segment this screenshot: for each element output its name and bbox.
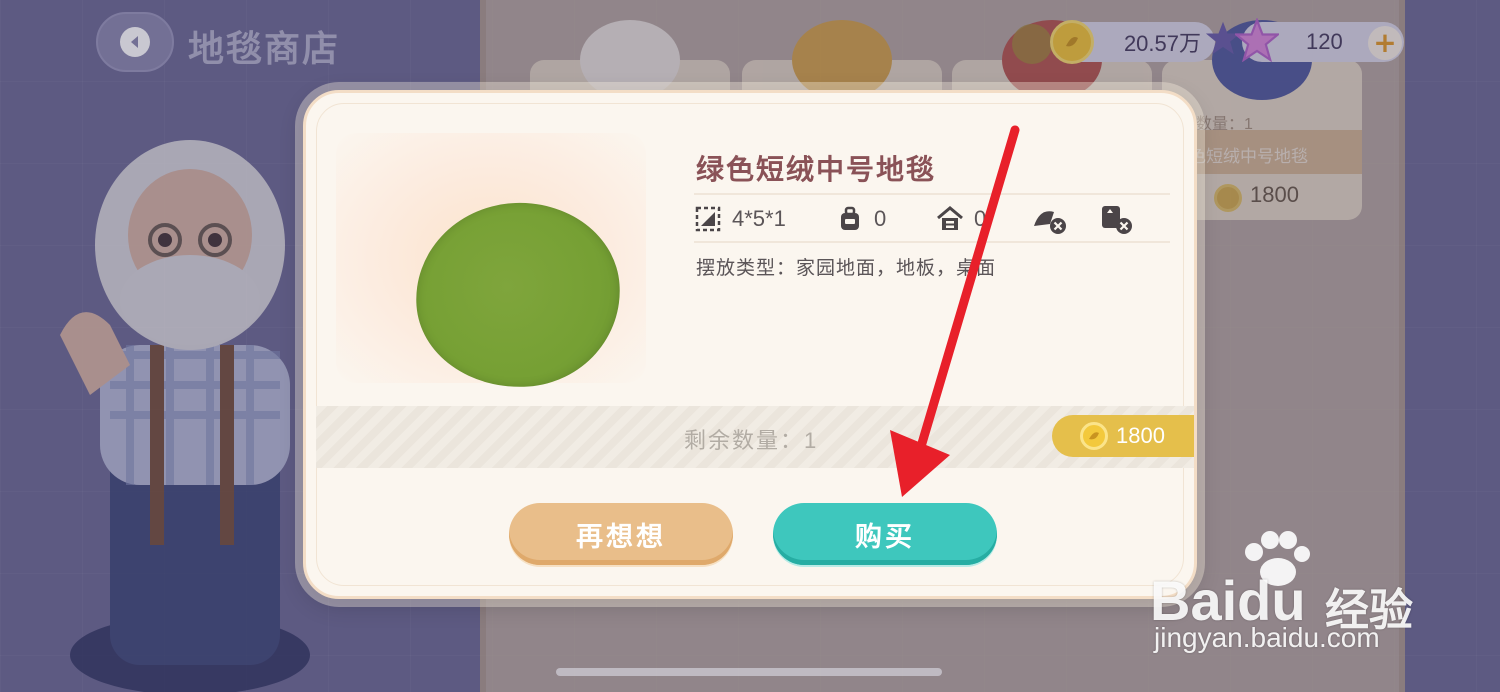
price-tag: 1800 (1052, 415, 1194, 457)
resize-icon (694, 205, 722, 233)
backpack-icon (836, 205, 864, 233)
watermark-url: jingyan.baidu.com (1154, 622, 1380, 653)
purchase-dialog: 绿色短绒中号地毯 4*5*1 0 0 摆放类型：家园地面，地板，桌面 剩余数量：… (303, 90, 1197, 599)
stat-photo (1098, 201, 1138, 237)
stock-remaining: 剩余数量：1 (684, 428, 819, 453)
baidu-watermark: Baidu 经验 jingyan.baidu.com (1150, 530, 1480, 660)
item-price: 1800 (1116, 423, 1165, 448)
green-rug-image (409, 196, 627, 394)
home-indicator[interactable] (556, 668, 942, 676)
stat-bag: 0 (836, 201, 886, 237)
annotation-arrow-icon (890, 125, 1020, 497)
think-again-button[interactable]: 再想想 (509, 503, 733, 565)
gold-coin-icon (1080, 422, 1108, 450)
stat-clean (1030, 201, 1070, 237)
photo-disabled-icon (1098, 205, 1138, 234)
item-preview (336, 133, 646, 394)
stat-size: 4*5*1 (694, 201, 786, 237)
buy-button[interactable]: 购买 (773, 503, 997, 565)
stat-size-value: 4*5*1 (732, 206, 786, 231)
clean-disabled-icon (1030, 205, 1070, 234)
